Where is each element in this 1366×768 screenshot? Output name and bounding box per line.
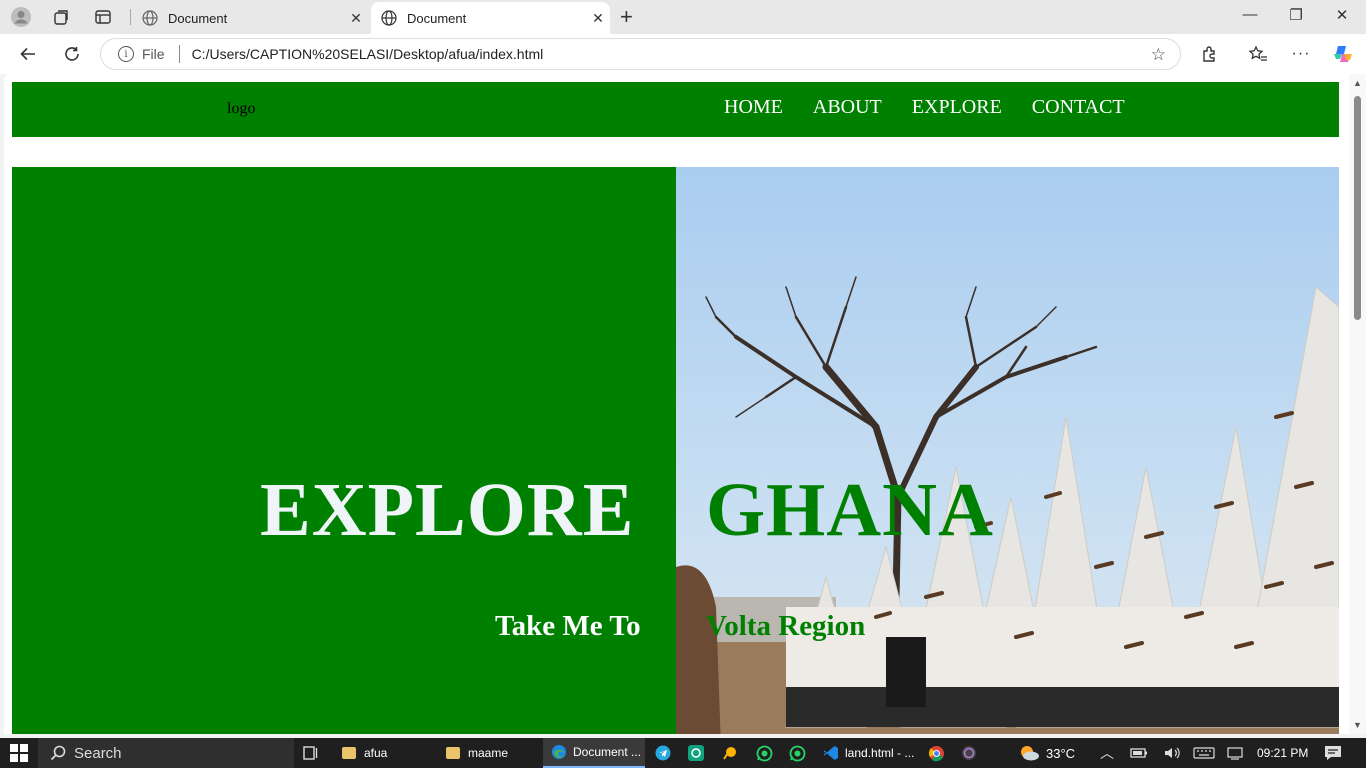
taskbar-app-label: afua xyxy=(364,746,388,760)
sun-cloud-icon xyxy=(1021,746,1039,761)
taskbar-search[interactable]: Search xyxy=(38,738,294,768)
hero-section: EXPLORE GHANA Take Me To Volta Region xyxy=(12,167,1339,734)
folder-icon xyxy=(342,747,356,759)
page-viewport: logo HOME ABOUT EXPLORE CONTACT EXPLORE … xyxy=(4,74,1349,734)
site-navbar: logo HOME ABOUT EXPLORE CONTACT xyxy=(12,82,1339,137)
display-icon[interactable] xyxy=(1227,738,1243,768)
vscode-icon xyxy=(823,746,838,760)
address-divider xyxy=(178,45,180,63)
more-menu-icon[interactable]: ··· xyxy=(1289,42,1313,66)
profile-icon[interactable] xyxy=(10,6,32,28)
hero-mosque-image xyxy=(676,167,1339,734)
volume-icon[interactable] xyxy=(1163,738,1181,768)
notification-icon[interactable] xyxy=(1324,738,1342,768)
nav-link-contact[interactable]: CONTACT xyxy=(1032,96,1125,119)
close-tab-icon[interactable]: ✕ xyxy=(586,10,610,27)
hero-headline-explore: EXPLORE xyxy=(260,468,635,552)
taskbar-app-label: Document ... xyxy=(573,745,642,759)
hero-subtext-volta-region[interactable]: Volta Region xyxy=(706,610,865,643)
chatgpt-icon[interactable] xyxy=(688,738,704,768)
restore-button[interactable]: ❐ xyxy=(1273,6,1319,24)
whatsapp-icon-2[interactable] xyxy=(789,738,806,768)
scroll-up-icon[interactable]: ▲ xyxy=(1353,78,1362,88)
browser-toolbar: i File C:/Users/CAPTION%20SELASI/Desktop… xyxy=(0,34,1366,74)
favorites-icon[interactable] xyxy=(1246,42,1270,66)
tab-separator xyxy=(130,9,131,25)
site-logo[interactable]: logo xyxy=(227,100,255,118)
weather-app-icon[interactable] xyxy=(722,738,738,768)
taskbar-app-label: maame xyxy=(468,746,509,760)
nav-menu: HOME ABOUT EXPLORE CONTACT xyxy=(724,96,1125,119)
taskbar-app-maame[interactable]: maame xyxy=(438,738,538,768)
scroll-down-icon[interactable]: ▼ xyxy=(1353,720,1362,730)
chrome-icon[interactable] xyxy=(928,738,945,768)
file-label: File xyxy=(142,46,165,62)
weather-temp: 33°C xyxy=(1046,745,1076,761)
new-tab-button[interactable]: + xyxy=(620,4,633,30)
scroll-thumb[interactable] xyxy=(1354,96,1361,320)
windows-taskbar: Search afua maame Document ... land.html… xyxy=(0,738,1366,768)
taskbar-app-vscode[interactable]: land.html - ... xyxy=(815,738,919,768)
obs-icon[interactable] xyxy=(961,738,977,768)
tab-document-2[interactable]: Document ✕ xyxy=(371,2,610,34)
address-bar[interactable]: i File C:/Users/CAPTION%20SELASI/Desktop… xyxy=(100,38,1181,70)
close-tab-icon[interactable]: ✕ xyxy=(344,10,368,27)
url-text[interactable]: C:/Users/CAPTION%20SELASI/Desktop/afua/i… xyxy=(192,46,544,62)
weather-widget[interactable]: 33°C xyxy=(1018,738,1075,768)
back-button[interactable] xyxy=(16,42,40,66)
nav-link-about[interactable]: ABOUT xyxy=(813,96,882,119)
vertical-tabs-icon[interactable] xyxy=(92,6,114,28)
info-icon[interactable]: i xyxy=(118,46,134,62)
hero-headline-ghana: GHANA xyxy=(706,468,994,552)
favorite-star-icon[interactable]: ☆ xyxy=(1151,45,1166,65)
workspaces-icon[interactable] xyxy=(50,6,72,28)
battery-icon[interactable] xyxy=(1130,738,1148,768)
windows-start-icon[interactable] xyxy=(10,738,30,768)
taskbar-app-label: land.html - ... xyxy=(845,746,915,760)
minimize-button[interactable]: — xyxy=(1227,6,1273,23)
close-window-button[interactable]: ✕ xyxy=(1319,6,1365,24)
folder-icon xyxy=(446,747,460,759)
tab-document-1[interactable]: Document ✕ xyxy=(132,2,368,34)
refresh-button[interactable] xyxy=(60,42,84,66)
hero-green-panel xyxy=(12,167,676,734)
copilot-icon[interactable] xyxy=(1331,42,1355,66)
search-label: Search xyxy=(74,744,122,762)
taskbar-app-edge-document[interactable]: Document ... xyxy=(543,738,645,768)
tab-title: Document xyxy=(168,10,228,26)
search-icon xyxy=(50,745,66,761)
extensions-icon[interactable] xyxy=(1197,42,1221,66)
keyboard-icon[interactable] xyxy=(1193,738,1215,768)
tab-title: Document xyxy=(407,10,467,26)
hero-subtext-take-me-to: Take Me To xyxy=(495,610,641,642)
telegram-icon[interactable] xyxy=(655,738,671,768)
page-scrollbar[interactable]: ▲ ▼ xyxy=(1349,74,1366,734)
tab-strip: Document ✕ Document ✕ + — ❐ ✕ xyxy=(0,0,1366,34)
nav-link-explore[interactable]: EXPLORE xyxy=(912,96,1002,119)
globe-icon xyxy=(142,10,158,26)
globe-icon xyxy=(381,10,397,26)
task-view-icon[interactable] xyxy=(302,738,320,768)
taskbar-app-afua[interactable]: afua xyxy=(334,738,432,768)
nav-link-home[interactable]: HOME xyxy=(724,96,783,119)
clock[interactable]: 09:21 PM xyxy=(1257,738,1308,768)
whatsapp-icon[interactable] xyxy=(756,738,773,768)
edge-icon xyxy=(552,745,566,759)
chevron-up-icon[interactable]: ︿ xyxy=(1100,738,1114,768)
